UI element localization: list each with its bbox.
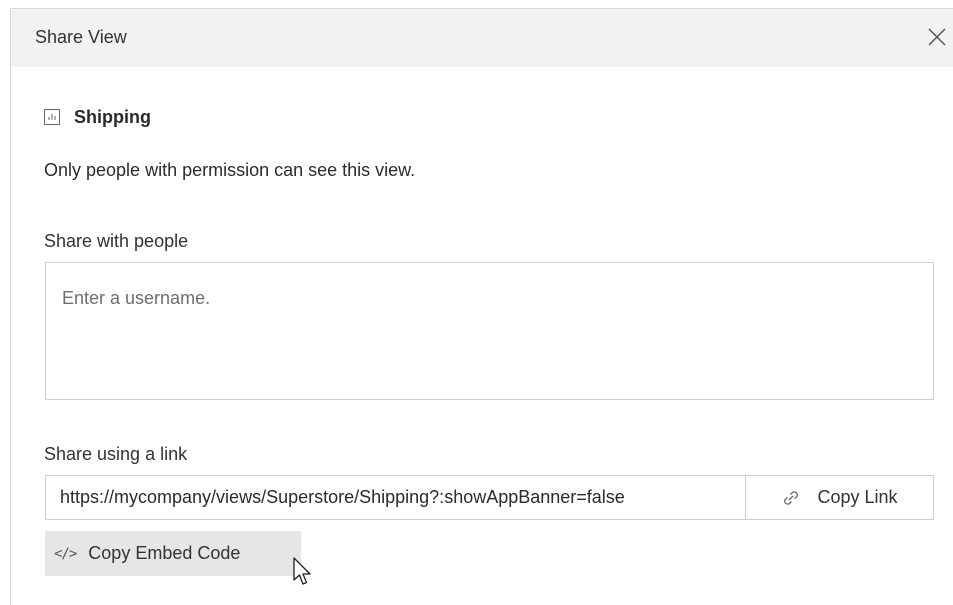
copy-link-label: Copy Link	[817, 487, 898, 507]
dialog-title: Share View	[35, 27, 127, 47]
close-icon	[928, 28, 946, 46]
username-input[interactable]	[45, 262, 934, 400]
permission-text: Only people with permission can see this…	[44, 160, 416, 180]
share-link-row: Copy Link	[45, 475, 934, 520]
sheet-icon	[44, 109, 60, 125]
copy-embed-code-label: Copy Embed Code	[88, 543, 241, 563]
copy-embed-code-button[interactable]: </> Copy Embed Code	[45, 531, 301, 576]
copy-link-button[interactable]: Copy Link	[746, 476, 933, 519]
share-link-field[interactable]	[46, 476, 746, 519]
code-icon: </>	[54, 545, 77, 562]
view-name: Shipping	[74, 106, 151, 127]
dialog-header: Share View	[11, 9, 953, 67]
share-view-dialog: Share View Shipping Only people with per…	[10, 8, 953, 605]
share-with-people-label: Share with people	[44, 231, 189, 251]
close-button[interactable]	[925, 25, 949, 49]
link-icon	[784, 490, 799, 505]
share-link-label: Share using a link	[44, 444, 188, 464]
view-info: Shipping	[44, 106, 151, 128]
mouse-pointer-icon	[293, 557, 311, 585]
